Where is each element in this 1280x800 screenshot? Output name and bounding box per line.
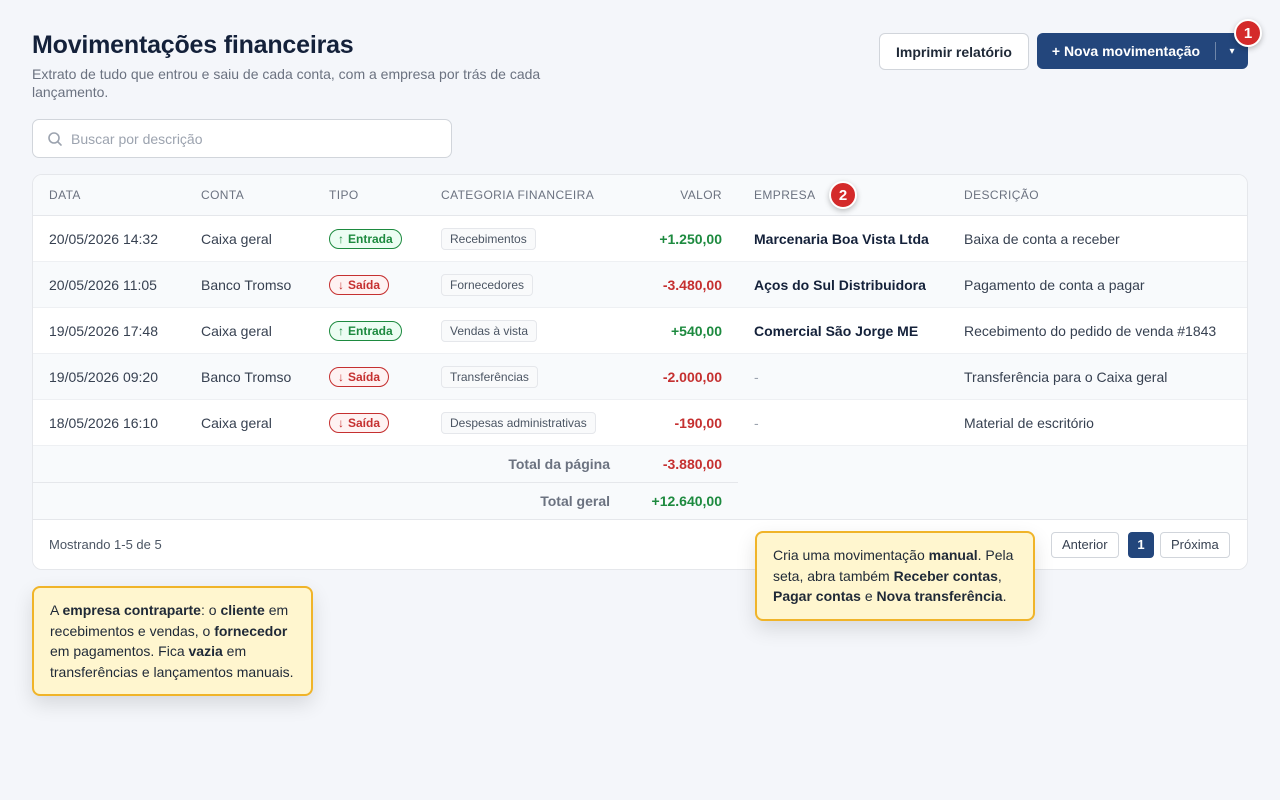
tooltip-bold-text: Receber contas (893, 567, 998, 584)
cell-empresa: Marcenaria Boa Vista Ltda (754, 231, 929, 247)
cell-descricao: Pagamento de conta a pagar (964, 277, 1145, 293)
cell-data: 20/05/2026 11:05 (49, 277, 157, 293)
tooltip-bold-text: cliente (220, 602, 265, 618)
page-title: Movimentações financeiras (32, 31, 354, 59)
transactions-table: DATA CONTA TIPO CATEGORIA FINANCEIRA VAL… (32, 174, 1248, 570)
page-subtitle: Extrato de tudo que entrou e saiu de cad… (32, 66, 541, 100)
tooltip-text: , (997, 567, 1002, 584)
cell-valor: -190,00 (674, 415, 722, 431)
tooltip-bold-text: fornecedor (214, 622, 288, 639)
table-row[interactable]: 18/05/2026 16:10 Caixa geral ↓ Saída Despesa… (33, 400, 1247, 446)
cell-conta: Caixa geral (201, 415, 272, 431)
cell-conta: Banco Tromso (201, 369, 292, 385)
chevron-down-icon[interactable]: ▾ (1216, 46, 1248, 57)
step-badge-1: 1 (1234, 19, 1262, 47)
cell-empresa: - (754, 369, 759, 385)
category-tag: Transferências (441, 366, 538, 388)
type-badge: ↑ Entrada (329, 229, 402, 249)
cell-descricao: Recebimento do pedido de venda #1843 (964, 323, 1217, 339)
cell-descricao: Material de escritório (964, 415, 1094, 431)
search-icon (47, 131, 63, 147)
column-header-empresa[interactable]: EMPRESA (754, 175, 815, 216)
arrow-up-icon: ↑ (338, 232, 344, 246)
cell-conta: Caixa geral (201, 323, 272, 339)
arrow-down-icon: ↓ (338, 278, 344, 292)
column-header-conta[interactable]: CONTA (201, 175, 244, 216)
type-label: Saída (348, 278, 381, 292)
tooltip-bold-text: Pagar contas (773, 588, 861, 604)
pagination-summary: Mostrando 1-5 de 5 (49, 537, 162, 552)
arrow-down-icon: ↓ (338, 416, 344, 430)
cell-empresa: Comercial São Jorge ME (754, 323, 919, 339)
cell-data: 18/05/2026 16:10 (49, 415, 158, 431)
new-transaction-tooltip: Cria uma movimentação manual. Pela seta,… (755, 531, 1035, 621)
cell-data: 20/05/2026 14:32 (49, 231, 158, 247)
search-box[interactable] (32, 119, 452, 158)
cell-conta: Caixa geral (201, 231, 272, 247)
tooltip-text: e (860, 588, 877, 604)
cell-valor: +540,00 (671, 323, 722, 339)
table-footer: Mostrando 1-5 de 5 Anterior 1 Próxima (33, 519, 1247, 569)
table-row[interactable]: 20/05/2026 11:05 Banco Tromso ↓ Saída Fornec… (33, 262, 1247, 308)
tooltip-bold-text: vazia (188, 643, 223, 659)
grand-total-row: Total geral +12.640,00 (33, 483, 1247, 520)
type-label: Entrada (348, 324, 393, 338)
cell-valor: -2.000,00 (662, 369, 722, 385)
type-badge: ↓ Saída (329, 275, 390, 295)
category-tag: Despesas administrativas (441, 412, 596, 434)
tooltip-text: : o (200, 602, 221, 618)
cell-descricao: Baixa de conta a receber (964, 231, 1120, 247)
cell-empresa: Aços do Sul Distribuidora (754, 277, 926, 293)
tooltip-text: em pagamentos. Fica (50, 643, 189, 659)
cell-empresa: - (754, 415, 759, 431)
tooltip-text: A (50, 602, 63, 618)
category-tag: Vendas à vista (441, 320, 538, 342)
cell-data: 19/05/2026 17:48 (49, 323, 158, 339)
page-total-value: -3.880,00 (662, 456, 722, 472)
type-label: Entrada (348, 232, 393, 246)
tooltip-bold-text: Nova transferência (876, 588, 1003, 604)
page-total-label: Total da página (508, 456, 610, 472)
next-page-button[interactable]: Próxima (1160, 532, 1230, 558)
arrow-up-icon: ↑ (338, 324, 344, 338)
column-header-data[interactable]: DATA (49, 175, 81, 216)
cell-descricao: Transferência para o Caixa geral (964, 369, 1168, 385)
tooltip-bold-text: manual (928, 547, 978, 563)
print-report-button[interactable]: Imprimir relatório (879, 33, 1029, 70)
type-badge: ↑ Entrada (329, 321, 402, 341)
column-header-descricao[interactable]: DESCRIÇÃO (964, 175, 1039, 216)
table-header: DATA CONTA TIPO CATEGORIA FINANCEIRA VAL… (33, 175, 1247, 216)
page-total-row: Total da página -3.880,00 (33, 446, 1247, 483)
cell-data: 19/05/2026 09:20 (49, 369, 158, 385)
type-label: Saída (348, 370, 381, 384)
company-tooltip: A empresa contraparte: o cliente em rece… (32, 586, 313, 696)
table-row[interactable]: 19/05/2026 09:20 Banco Tromso ↓ Saída Transf… (33, 354, 1247, 400)
grand-total-label: Total geral (540, 493, 610, 509)
type-badge: ↓ Saída (329, 367, 390, 387)
new-transaction-label[interactable]: + Nova movimentação (1037, 43, 1215, 59)
column-header-categoria[interactable]: CATEGORIA FINANCEIRA (441, 175, 594, 216)
cell-conta: Banco Tromso (201, 277, 292, 293)
cell-valor: +1.250,00 (659, 231, 722, 247)
previous-page-button[interactable]: Anterior (1051, 532, 1119, 558)
search-input[interactable] (71, 130, 431, 147)
type-label: Saída (348, 416, 381, 430)
tooltip-text: Cria uma movimentação (773, 547, 929, 563)
new-transaction-button[interactable]: + Nova movimentação ▾ (1037, 33, 1248, 69)
category-tag: Fornecedores (441, 274, 534, 296)
step-badge-2: 2 (829, 181, 857, 209)
type-badge: ↓ Saída (329, 413, 390, 433)
table-row[interactable]: 20/05/2026 14:32 Caixa geral ↑ Entrada Receb… (33, 216, 1247, 262)
cell-valor: -3.480,00 (662, 277, 722, 293)
column-header-tipo[interactable]: TIPO (329, 175, 359, 216)
column-header-valor[interactable]: VALOR (633, 175, 722, 216)
arrow-down-icon: ↓ (338, 370, 344, 384)
tooltip-bold-text: empresa contraparte (62, 602, 201, 618)
table-row[interactable]: 19/05/2026 17:48 Caixa geral ↑ Entrada Venda… (33, 308, 1247, 354)
tooltip-text: . (1002, 588, 1007, 604)
grand-total-value: +12.640,00 (651, 493, 722, 509)
category-tag: Recebimentos (441, 228, 536, 250)
current-page-button[interactable]: 1 (1128, 532, 1154, 558)
